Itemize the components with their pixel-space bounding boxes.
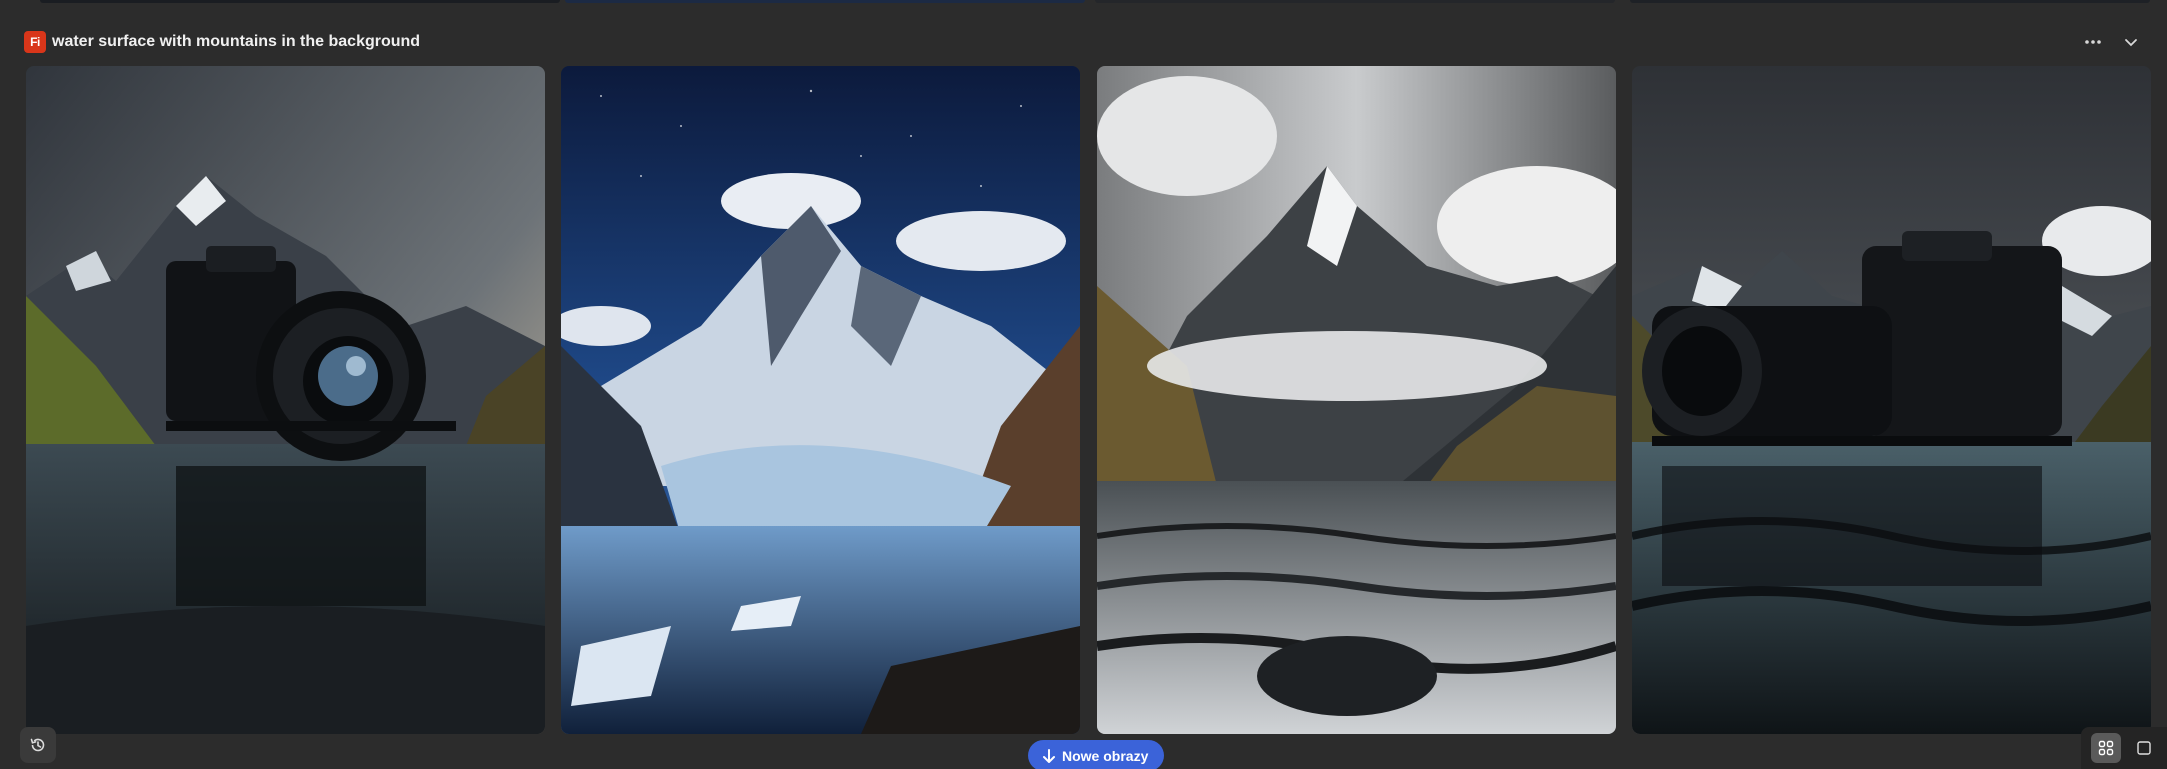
generated-image-3[interactable] [1097, 66, 1616, 734]
firefly-badge-icon: Fi [24, 31, 46, 53]
collapse-button[interactable] [2119, 30, 2143, 54]
generated-image-4[interactable] [1632, 66, 2151, 734]
arrow-down-icon [1043, 748, 1055, 763]
image-monochrome-peak [1097, 66, 1616, 734]
prompt-header: Fi water surface with mountains in the b… [24, 28, 2143, 56]
new-images-label: Nowe obrazy [1062, 747, 1149, 764]
previous-row-edge [0, 0, 2167, 4]
image-glacier [561, 66, 1080, 734]
more-options-button[interactable] [2081, 30, 2105, 54]
history-icon [30, 738, 45, 752]
new-images-button[interactable]: Nowe obrazy [1028, 740, 1165, 769]
more-horizontal-icon [2085, 40, 2101, 44]
header-actions [2081, 30, 2143, 54]
generated-image-1[interactable] [26, 66, 545, 734]
image-camera-lake [26, 66, 545, 734]
image-grid [26, 66, 2151, 734]
grid-view-button[interactable] [2091, 733, 2121, 763]
app-root: Fi water surface with mountains in the b… [0, 0, 2167, 769]
image-camera-floating [1632, 66, 2151, 734]
generated-image-2[interactable] [561, 66, 1080, 734]
chevron-down-icon [2125, 39, 2137, 47]
single-view-button[interactable] [2129, 733, 2159, 763]
view-toggle [2081, 727, 2167, 769]
grid-view-icon [2098, 740, 2114, 756]
single-view-icon [2137, 741, 2151, 755]
prompt-text: water surface with mountains in the back… [52, 33, 421, 50]
history-button[interactable] [20, 727, 56, 763]
